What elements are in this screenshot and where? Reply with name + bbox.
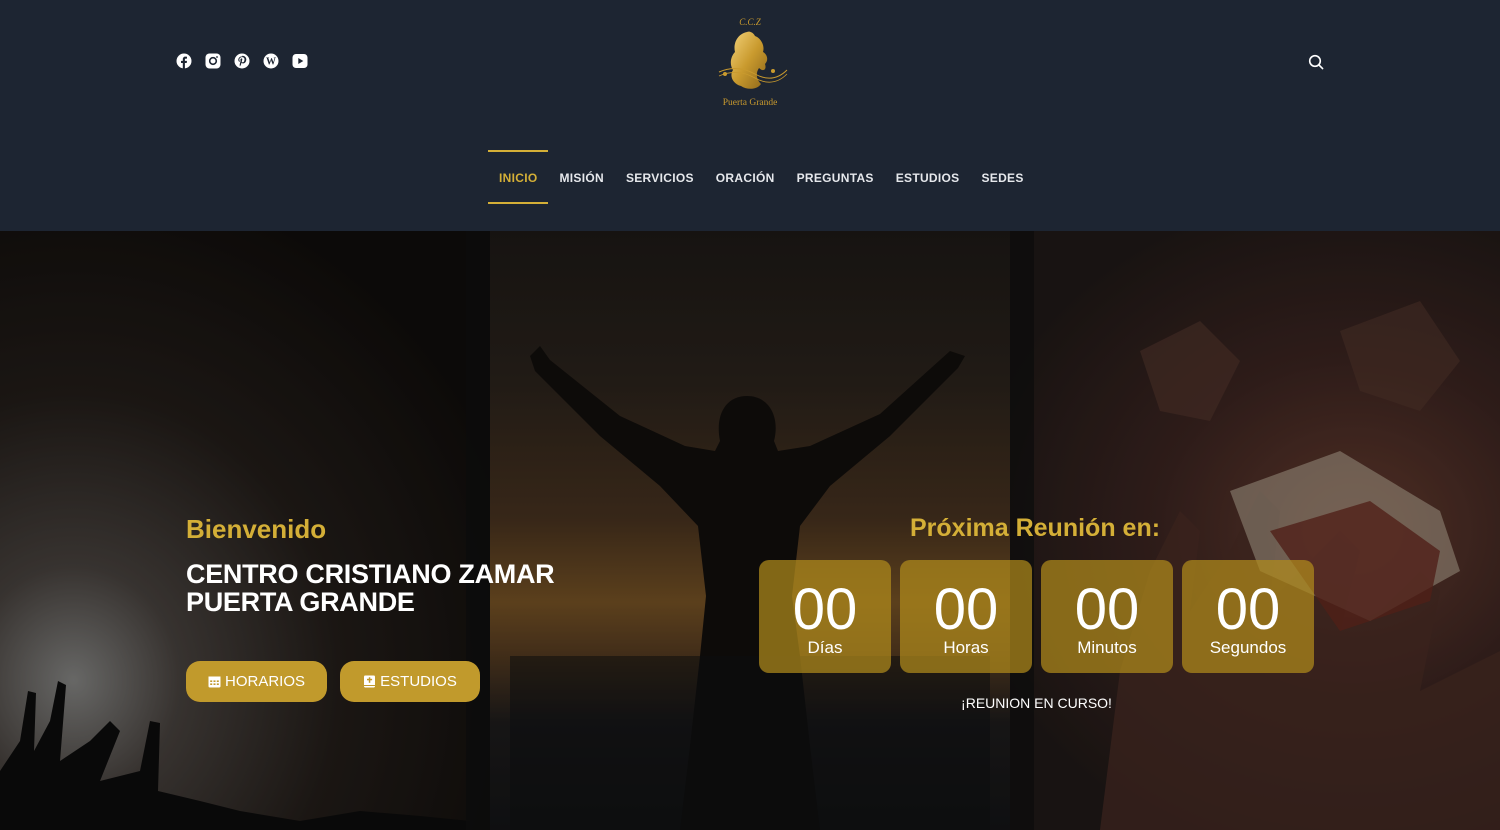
estudios-button[interactable]: ESTUDIOS	[340, 661, 480, 702]
nav-item-inicio[interactable]: INICIO	[488, 150, 549, 206]
nav-item-estudios[interactable]: ESTUDIOS	[885, 150, 971, 206]
countdown-days-value: 00	[792, 577, 858, 642]
search-icon[interactable]	[1308, 54, 1324, 70]
horarios-button-label: HORARIOS	[224, 673, 305, 690]
countdown-seconds-value: 00	[1215, 577, 1281, 642]
countdown-title: Próxima Reunión en:	[910, 514, 1161, 542]
countdown-seconds: 00 Segundos	[1182, 560, 1314, 673]
logo-bottom-text: Puerta Grande	[723, 98, 778, 108]
youtube-icon[interactable]	[292, 53, 308, 69]
countdown-days: 00 Días	[759, 560, 891, 673]
wordpress-icon[interactable]: W	[263, 53, 279, 69]
countdown-hours-label: Horas	[943, 638, 989, 657]
countdown-seconds-label: Segundos	[1209, 638, 1287, 657]
church-title-line1: CENTRO CRISTIANO ZAMAR	[186, 559, 555, 589]
countdown-hours-value: 00	[933, 577, 999, 642]
logo-top-text: C.C.Z	[739, 17, 762, 27]
site-logo[interactable]: C.C.Z Puerta Grande	[707, 12, 793, 112]
main-nav: INICIO MISIÓN SERVICIOS ORACIÓN PREGUNTA…	[488, 150, 1035, 206]
facebook-icon[interactable]	[176, 53, 192, 69]
meeting-status: ¡REUNION EN CURSO!	[961, 695, 1112, 711]
nav-item-preguntas[interactable]: PREGUNTAS	[786, 150, 885, 206]
svg-text:W: W	[266, 57, 276, 68]
nav-item-sedes[interactable]: SEDES	[970, 150, 1034, 206]
nav-item-mision[interactable]: MISIÓN	[548, 150, 614, 206]
bible-icon	[363, 675, 376, 688]
estudios-button-label: ESTUDIOS	[380, 673, 457, 690]
welcome-heading: Bienvenido	[186, 514, 327, 544]
nav-item-oracion[interactable]: ORACIÓN	[705, 150, 786, 206]
countdown-days-label: Días	[807, 638, 843, 657]
countdown-hours: 00 Horas	[900, 560, 1032, 673]
calendar-icon	[208, 675, 221, 688]
church-title-line2: PUERTA GRANDE	[186, 587, 415, 617]
horarios-button[interactable]: HORARIOS	[186, 661, 327, 702]
countdown-minutes-value: 00	[1074, 577, 1140, 642]
instagram-icon[interactable]	[205, 53, 221, 69]
pinterest-icon[interactable]	[234, 53, 250, 69]
countdown-minutes: 00 Minutos	[1041, 560, 1173, 673]
site-header: W C.C.Z Puerta Grande INICIO MISIÓN SERV…	[0, 0, 1500, 231]
social-links: W	[176, 53, 308, 69]
church-title: CENTRO CRISTIANO ZAMAR PUERTA GRANDE	[186, 560, 626, 616]
hero-section: Bienvenido CENTRO CRISTIANO ZAMAR PUERTA…	[0, 231, 1500, 830]
countdown-minutes-label: Minutos	[1077, 638, 1137, 657]
nav-item-servicios[interactable]: SERVICIOS	[615, 150, 705, 206]
